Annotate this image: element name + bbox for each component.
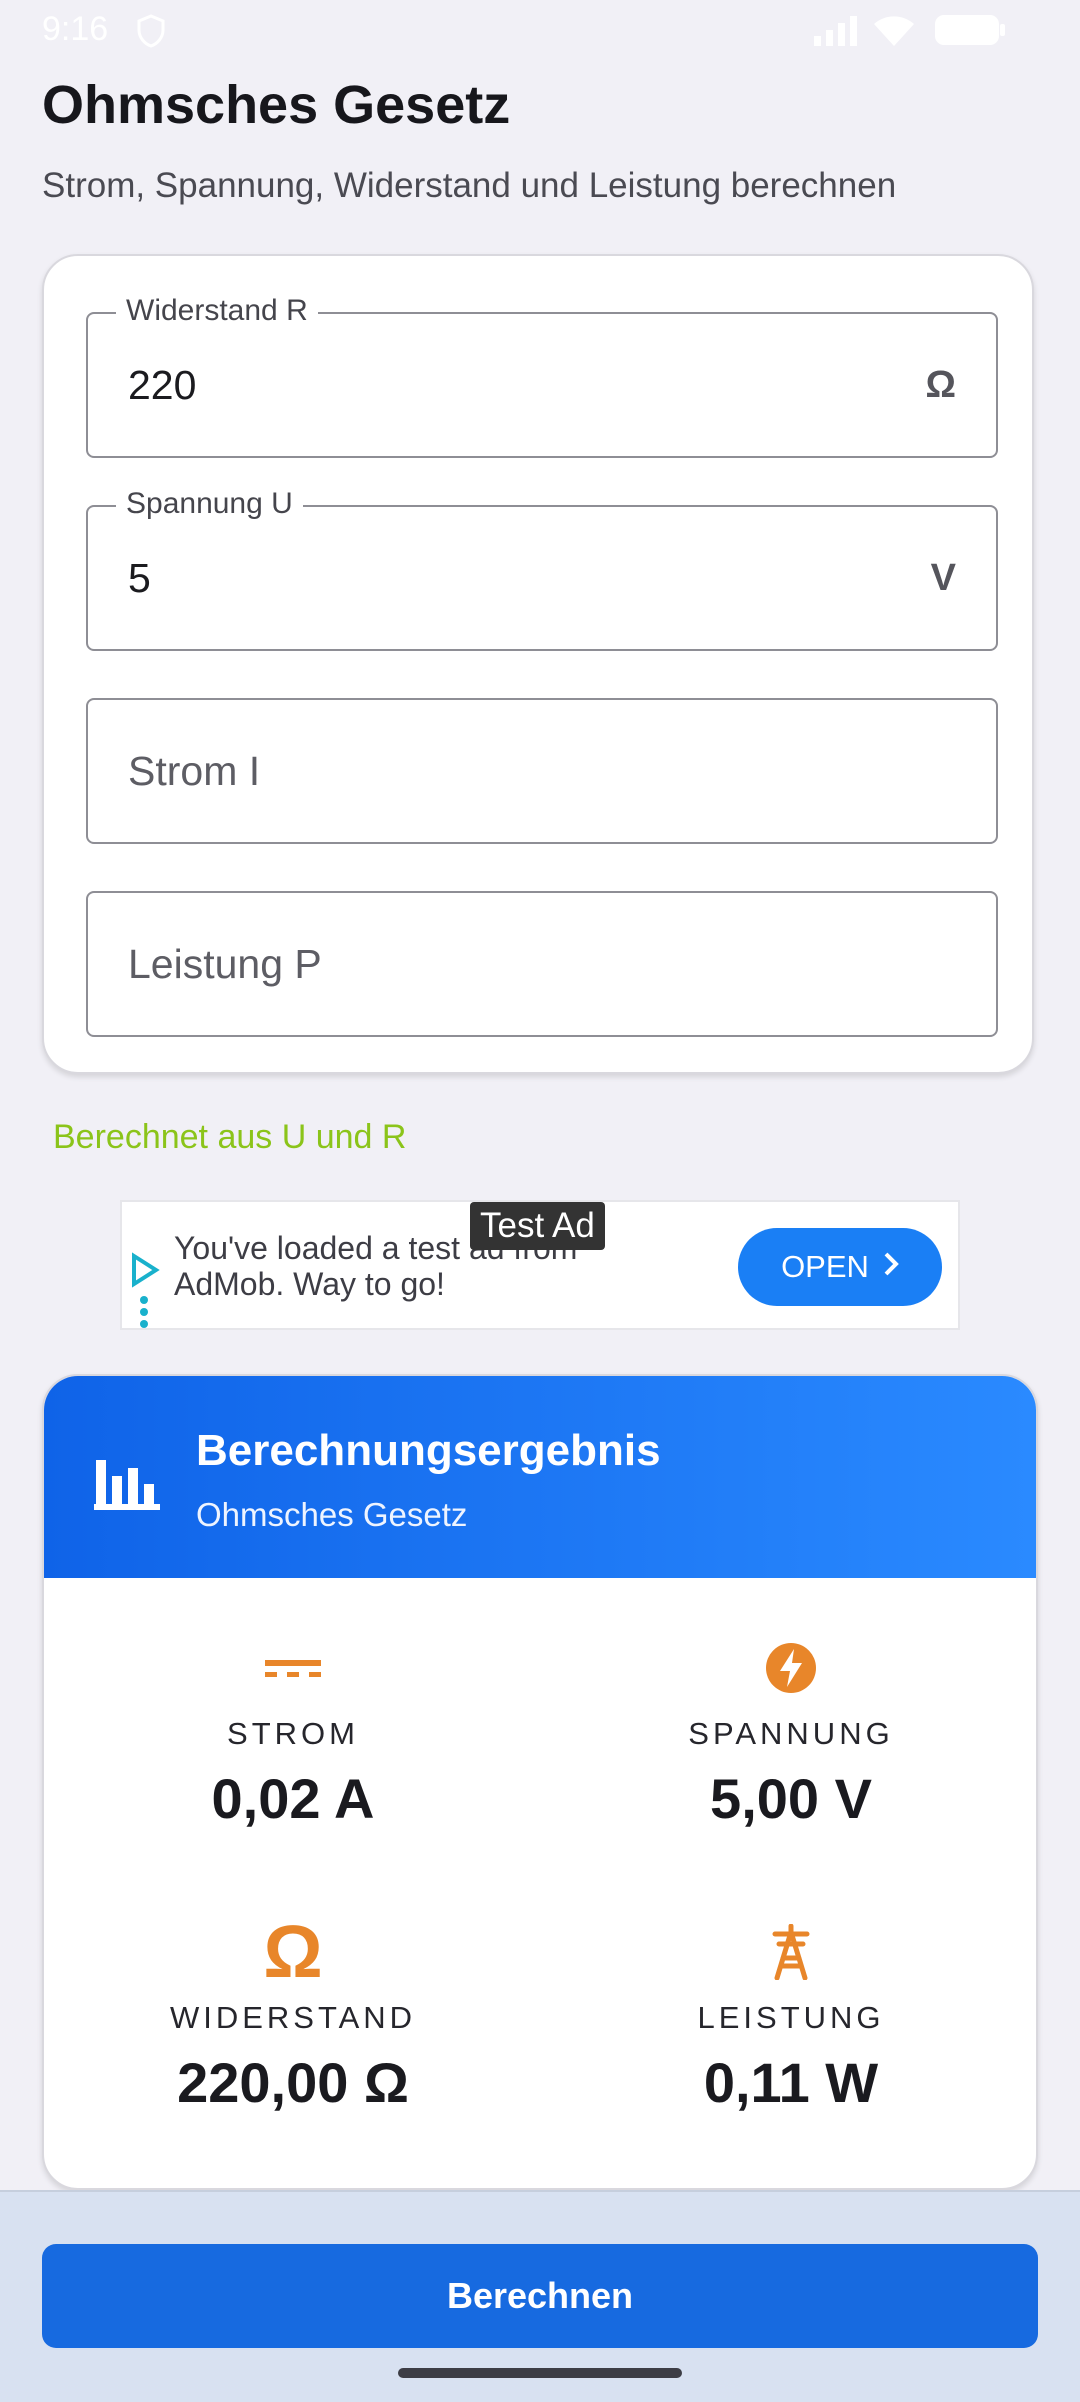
- result-subtitle: Ohmsches Gesetz: [196, 1496, 468, 1533]
- status-time: 9:16: [42, 10, 109, 48]
- calculation-hint: Berechnet aus U und R: [53, 1118, 407, 1156]
- ad-open-button[interactable]: OPEN: [738, 1228, 942, 1306]
- metric-resistance: Ω WIDERSTAND 220,00 Ω: [44, 1910, 542, 2115]
- calculate-button[interactable]: Berechnen: [42, 2244, 1038, 2348]
- battery-icon: [934, 14, 1006, 51]
- wifi-icon: [870, 10, 918, 53]
- metric-value: 5,00 V: [710, 1767, 872, 1830]
- omega-icon: Ω: [263, 1910, 323, 1993]
- signal-icon: [812, 14, 860, 51]
- metric-label: STROM: [227, 1716, 359, 1751]
- page-subtitle: Strom, Spannung, Widerstand und Leistung…: [42, 166, 897, 205]
- resistance-unit: Ω: [925, 364, 956, 406]
- adchoices-icon[interactable]: [126, 1252, 166, 1337]
- status-bar: 9:16: [0, 0, 1080, 60]
- dc-current-icon: [44, 1638, 542, 1698]
- ad-open-label: OPEN: [781, 1249, 869, 1284]
- home-indicator[interactable]: [398, 2368, 682, 2378]
- voltage-unit: V: [930, 557, 956, 599]
- bolt-icon: [542, 1638, 1036, 1698]
- result-title: Berechnungsergebnis: [196, 1426, 661, 1475]
- page-title: Ohmsches Gesetz: [42, 75, 511, 135]
- metric-value: 0,02 A: [211, 1767, 375, 1830]
- voltage-value: 5: [128, 555, 151, 601]
- metric-label: SPANNUNG: [688, 1716, 894, 1751]
- current-field[interactable]: Strom I: [86, 698, 998, 844]
- shield-icon: [136, 14, 166, 53]
- power-tower-icon: [542, 1922, 1036, 1982]
- input-card: Widerstand R 220 Ω Spannung U 5 V Strom …: [42, 254, 1034, 1074]
- metric-current: STROM 0,02 A: [44, 1638, 542, 1831]
- resistance-value: 220: [128, 362, 197, 408]
- metric-voltage: SPANNUNG 5,00 V: [542, 1638, 1036, 1831]
- bar-chart-icon: [94, 1448, 160, 1515]
- voltage-field[interactable]: Spannung U 5 V: [86, 487, 998, 651]
- metric-label: WIDERSTAND: [169, 2000, 417, 2035]
- metric-power: LEISTUNG 0,11 W: [542, 1922, 1036, 2115]
- metric-value: 0,11 W: [703, 2051, 879, 2114]
- result-card: Berechnungsergebnis Ohmsches Gesetz STRO…: [42, 1374, 1038, 2190]
- chevron-right-icon: [883, 1249, 899, 1285]
- resistance-label: Widerstand R: [116, 294, 318, 328]
- metric-label: LEISTUNG: [697, 2000, 885, 2035]
- metric-value: 220,00 Ω: [177, 2051, 409, 2114]
- resistance-field[interactable]: Widerstand R 220 Ω: [86, 294, 998, 458]
- power-field[interactable]: Leistung P: [86, 891, 998, 1037]
- current-placeholder: Strom I: [128, 748, 261, 794]
- ad-banner[interactable]: You've loaded a test ad from AdMob. Way …: [120, 1200, 960, 1330]
- bottom-action-bar: Berechnen: [0, 2190, 1080, 2402]
- power-placeholder: Leistung P: [128, 941, 322, 987]
- voltage-label: Spannung U: [116, 487, 303, 521]
- test-ad-badge: Test Ad: [470, 1202, 605, 1250]
- result-header: Berechnungsergebnis Ohmsches Gesetz: [44, 1376, 1036, 1578]
